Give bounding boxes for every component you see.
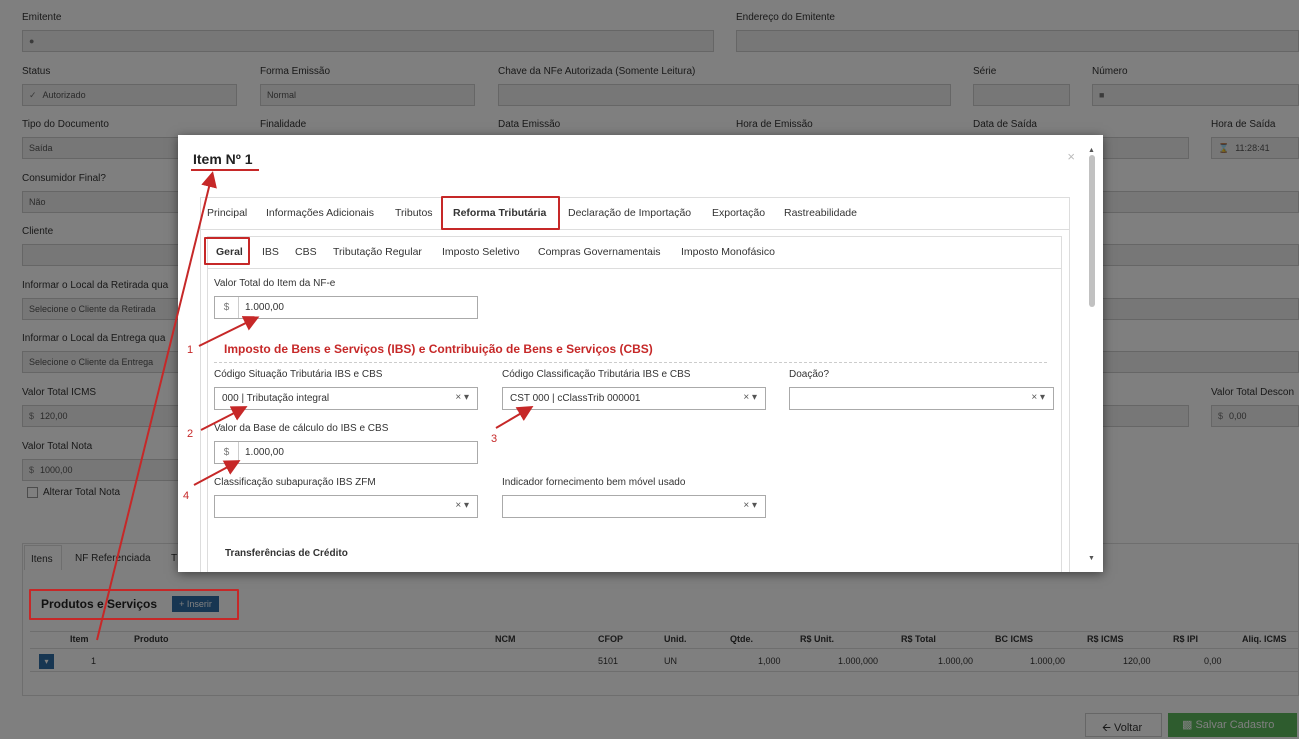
bem-movel-label: Indicador fornecimento bem móvel usado [502,477,686,488]
item-modal: Item Nº 1 × Principal Informações Adicio… [178,135,1103,572]
main-tabs: Principal Informações Adicionais Tributo… [200,197,1070,229]
highlight-produtos [29,589,239,620]
annotation-2: 2 [187,428,194,440]
annotation-3: 3 [491,433,498,445]
section-divider [214,362,1047,363]
tab-exportacao[interactable]: Exportação [710,198,767,228]
transferencias-title: Transferências de Crédito [225,548,348,559]
clear-caret-icon[interactable]: × ▾ [455,500,469,511]
tab-compras-governamentais[interactable]: Compras Governamentais [536,237,663,267]
base-calculo-field[interactable]: $ 1.000,00 [214,441,478,464]
scroll-up-icon[interactable]: ▲ [1088,147,1095,154]
base-calculo-label: Valor da Base de cálculo do IBS e CBS [214,423,389,434]
currency-icon: $ [215,297,239,318]
base-calculo-value: 1.000,00 [245,447,284,458]
annotation-4: 4 [183,490,190,502]
zfm-select[interactable]: × ▾ [214,495,478,518]
annotation-1: 1 [187,344,194,356]
tab-tributacao-regular[interactable]: Tributação Regular [331,237,424,267]
tab-rastreabilidade[interactable]: Rastreabilidade [782,198,859,228]
geral-panel: Valor Total do Item da NF-e $ 1.000,00 I… [207,268,1062,572]
cst-select[interactable]: 000 | Tributação integral × ▾ [214,387,478,410]
modal-title: Item Nº 1 [193,151,253,167]
tab-declaracao-importacao[interactable]: Declaração de Importação [566,198,693,228]
highlight-reforma-tab [441,196,560,230]
bem-movel-select[interactable]: × ▾ [502,495,766,518]
cclass-label: Código Classificação Tributária IBS e CB… [502,369,691,380]
scroll-thumb[interactable] [1089,155,1095,307]
cst-label: Código Situação Tributária IBS e CBS [214,369,383,380]
scroll-down-icon[interactable]: ▼ [1088,555,1095,562]
close-icon[interactable]: × [1067,149,1075,164]
valor-total-item-field[interactable]: $ 1.000,00 [214,296,478,319]
tab-cbs[interactable]: CBS [293,237,319,267]
tab-tributos[interactable]: Tributos [393,198,435,228]
clear-caret-icon[interactable]: × ▾ [743,500,757,511]
clear-caret-icon[interactable]: × ▾ [1031,392,1045,403]
currency-icon: $ [215,442,239,463]
cst-value: 000 | Tributação integral [222,393,330,404]
sub-tabs: Geral IBS CBS Tributação Regular Imposto… [207,236,1062,268]
doacao-select[interactable]: × ▾ [789,387,1054,410]
title-underline [191,169,259,171]
tab-imposto-monofasico[interactable]: Imposto Monofásico [679,237,777,267]
reforma-tributaria-panel: Geral IBS CBS Tributação Regular Imposto… [200,229,1070,572]
valor-total-item-value: 1.000,00 [245,302,284,313]
cclass-value: CST 000 | cClassTrib 000001 [510,393,641,404]
tab-informacoes-adicionais[interactable]: Informações Adicionais [264,198,376,228]
clear-caret-icon[interactable]: × ▾ [743,392,757,403]
clear-caret-icon[interactable]: × ▾ [455,392,469,403]
cclass-select[interactable]: CST 000 | cClassTrib 000001 × ▾ [502,387,766,410]
modal-scrollbar[interactable]: ▲ ▼ [1088,147,1096,567]
highlight-geral-tab [204,237,250,265]
doacao-label: Doação? [789,369,830,380]
tab-imposto-seletivo[interactable]: Imposto Seletivo [440,237,522,267]
ibs-cbs-section-title: Imposto de Bens e Serviços (IBS) e Contr… [224,342,653,356]
tab-principal[interactable]: Principal [205,198,249,228]
zfm-label: Classificação subapuração IBS ZFM [214,477,376,488]
tab-ibs[interactable]: IBS [260,237,281,267]
valor-total-item-label: Valor Total do Item da NF-e [214,278,336,289]
